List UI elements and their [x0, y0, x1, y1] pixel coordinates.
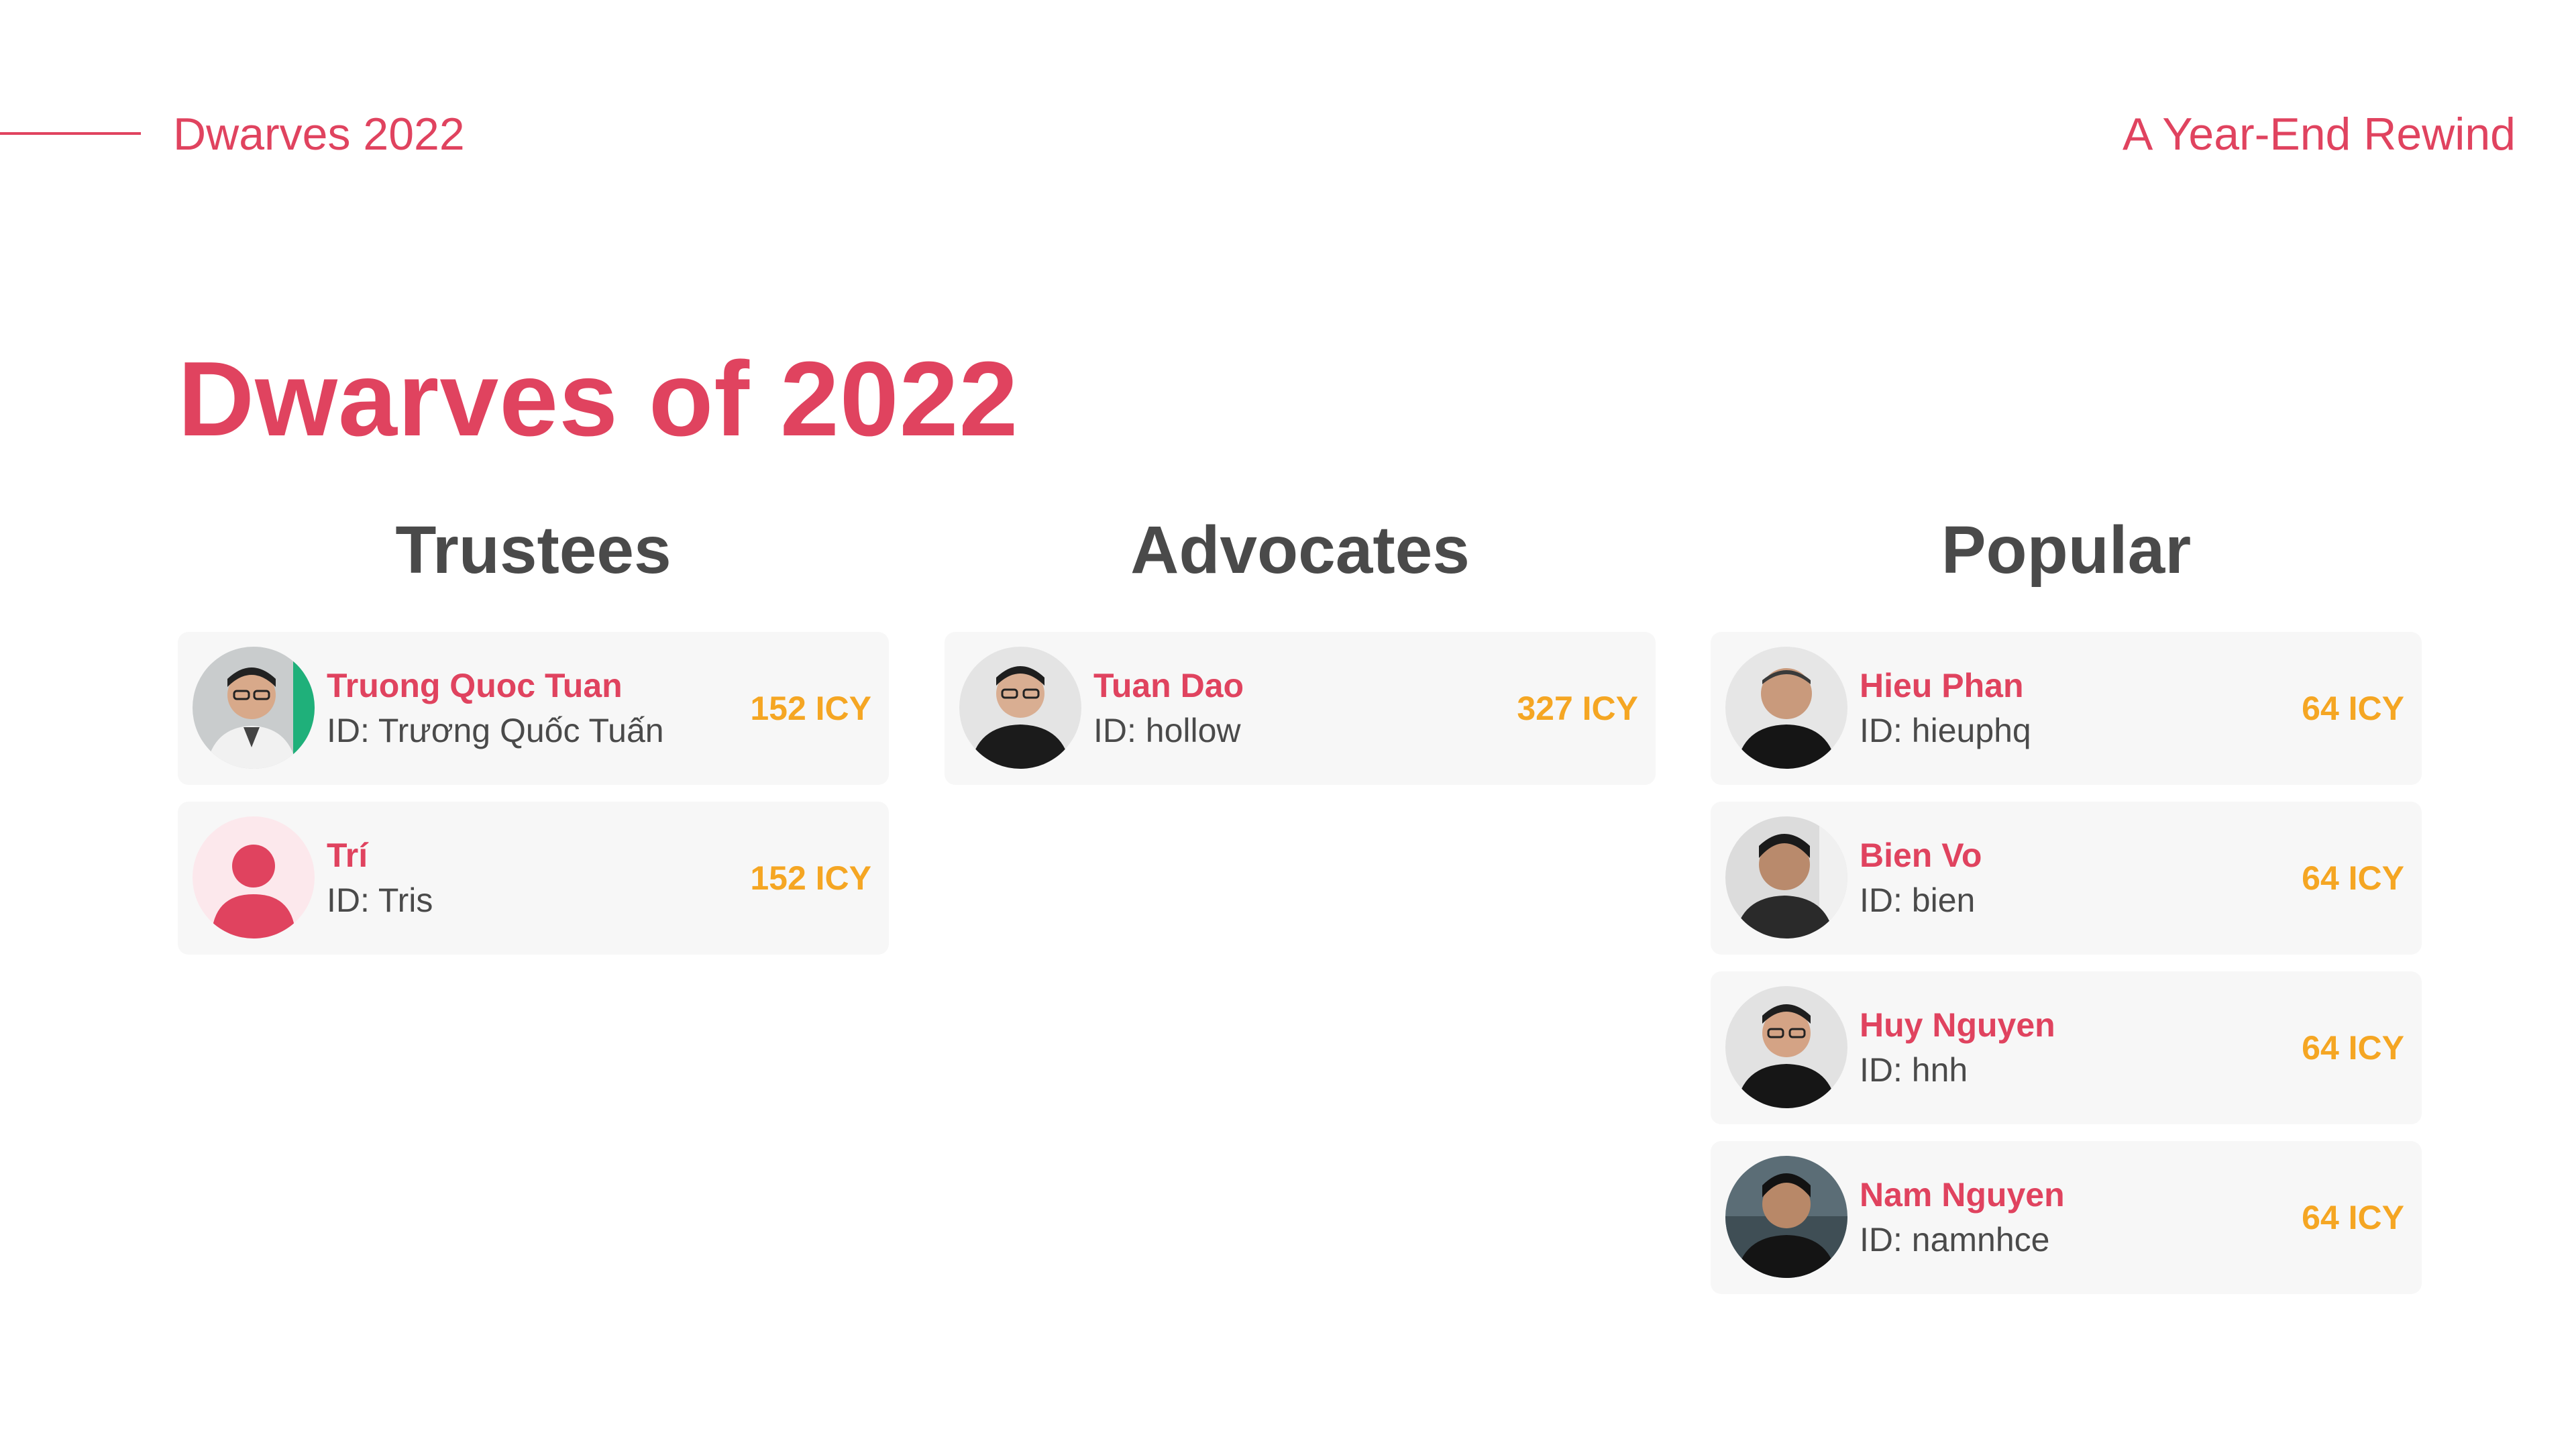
- member-points: 152 ICY: [750, 690, 871, 727]
- member-card: Nam Nguyen ID: namnhce 64 ICY: [1711, 1141, 2422, 1294]
- avatar: [1725, 816, 1847, 938]
- member-name: Tuan Dao: [1093, 667, 1244, 704]
- page-title: Dwarves of 2022: [178, 340, 1019, 458]
- header-divider: [0, 132, 141, 135]
- avatar: [193, 816, 315, 938]
- member-id: ID: hieuphq: [1860, 712, 2031, 749]
- avatar: [959, 647, 1081, 769]
- member-points: 327 ICY: [1517, 690, 1638, 727]
- avatar-photo-icon: [1725, 1156, 1847, 1278]
- member-points: 64 ICY: [2302, 690, 2404, 727]
- member-id: ID: hollow: [1093, 712, 1241, 749]
- member-id: ID: namnhce: [1860, 1221, 2050, 1258]
- member-card: Hieu Phan ID: hieuphq 64 ICY: [1711, 632, 2422, 785]
- avatar: [1725, 1156, 1847, 1278]
- default-user-icon: [193, 816, 315, 938]
- member-points: 64 ICY: [2302, 1199, 2404, 1236]
- avatar: [1725, 986, 1847, 1108]
- column-trustees: Trustees Truong Quoc Tuan ID: Trương Quố…: [178, 510, 889, 971]
- column-popular: Popular Hieu Phan ID: hieuphq 64 ICY Bie…: [1711, 510, 2422, 1311]
- member-id: ID: Trương Quốc Tuấn: [327, 712, 664, 749]
- member-card: Tuan Dao ID: hollow 327 ICY: [945, 632, 1656, 785]
- member-card: Huy Nguyen ID: hnh 64 ICY: [1711, 971, 2422, 1124]
- avatar-photo-icon: [193, 647, 315, 769]
- member-points: 64 ICY: [2302, 859, 2404, 897]
- member-card: Truong Quoc Tuan ID: Trương Quốc Tuấn 15…: [178, 632, 889, 785]
- member-id: ID: Tris: [327, 881, 433, 919]
- member-points: 152 ICY: [750, 859, 871, 897]
- header-left-title: Dwarves 2022: [173, 109, 465, 160]
- member-card: Bien Vo ID: bien 64 ICY: [1711, 802, 2422, 955]
- member-name: Hieu Phan: [1860, 667, 2024, 704]
- member-name: Truong Quoc Tuan: [327, 667, 623, 704]
- avatar: [193, 647, 315, 769]
- member-name: Trí: [327, 837, 368, 874]
- column-advocates: Advocates Tuan Dao ID: hollow 327 ICY: [945, 510, 1656, 802]
- avatar-photo-icon: [959, 647, 1081, 769]
- column-heading: Advocates: [1130, 513, 1470, 588]
- member-card: Trí ID: Tris 152 ICY: [178, 802, 889, 955]
- column-heading: Trustees: [395, 513, 672, 588]
- avatar: [1725, 647, 1847, 769]
- avatar-photo-icon: [1725, 986, 1847, 1108]
- member-id: ID: hnh: [1860, 1051, 1968, 1089]
- avatar-photo-icon: [1725, 816, 1847, 938]
- member-id: ID: bien: [1860, 881, 1976, 919]
- member-points: 64 ICY: [2302, 1029, 2404, 1067]
- member-name: Huy Nguyen: [1860, 1006, 2055, 1044]
- member-name: Bien Vo: [1860, 837, 1982, 874]
- column-heading: Popular: [1941, 513, 2192, 588]
- slide: Dwarves 2022 A Year-End Rewind Dwarves o…: [0, 0, 2576, 1449]
- avatar-photo-icon: [1725, 647, 1847, 769]
- header-right-title: A Year-End Rewind: [2123, 109, 2516, 160]
- member-name: Nam Nguyen: [1860, 1176, 2065, 1214]
